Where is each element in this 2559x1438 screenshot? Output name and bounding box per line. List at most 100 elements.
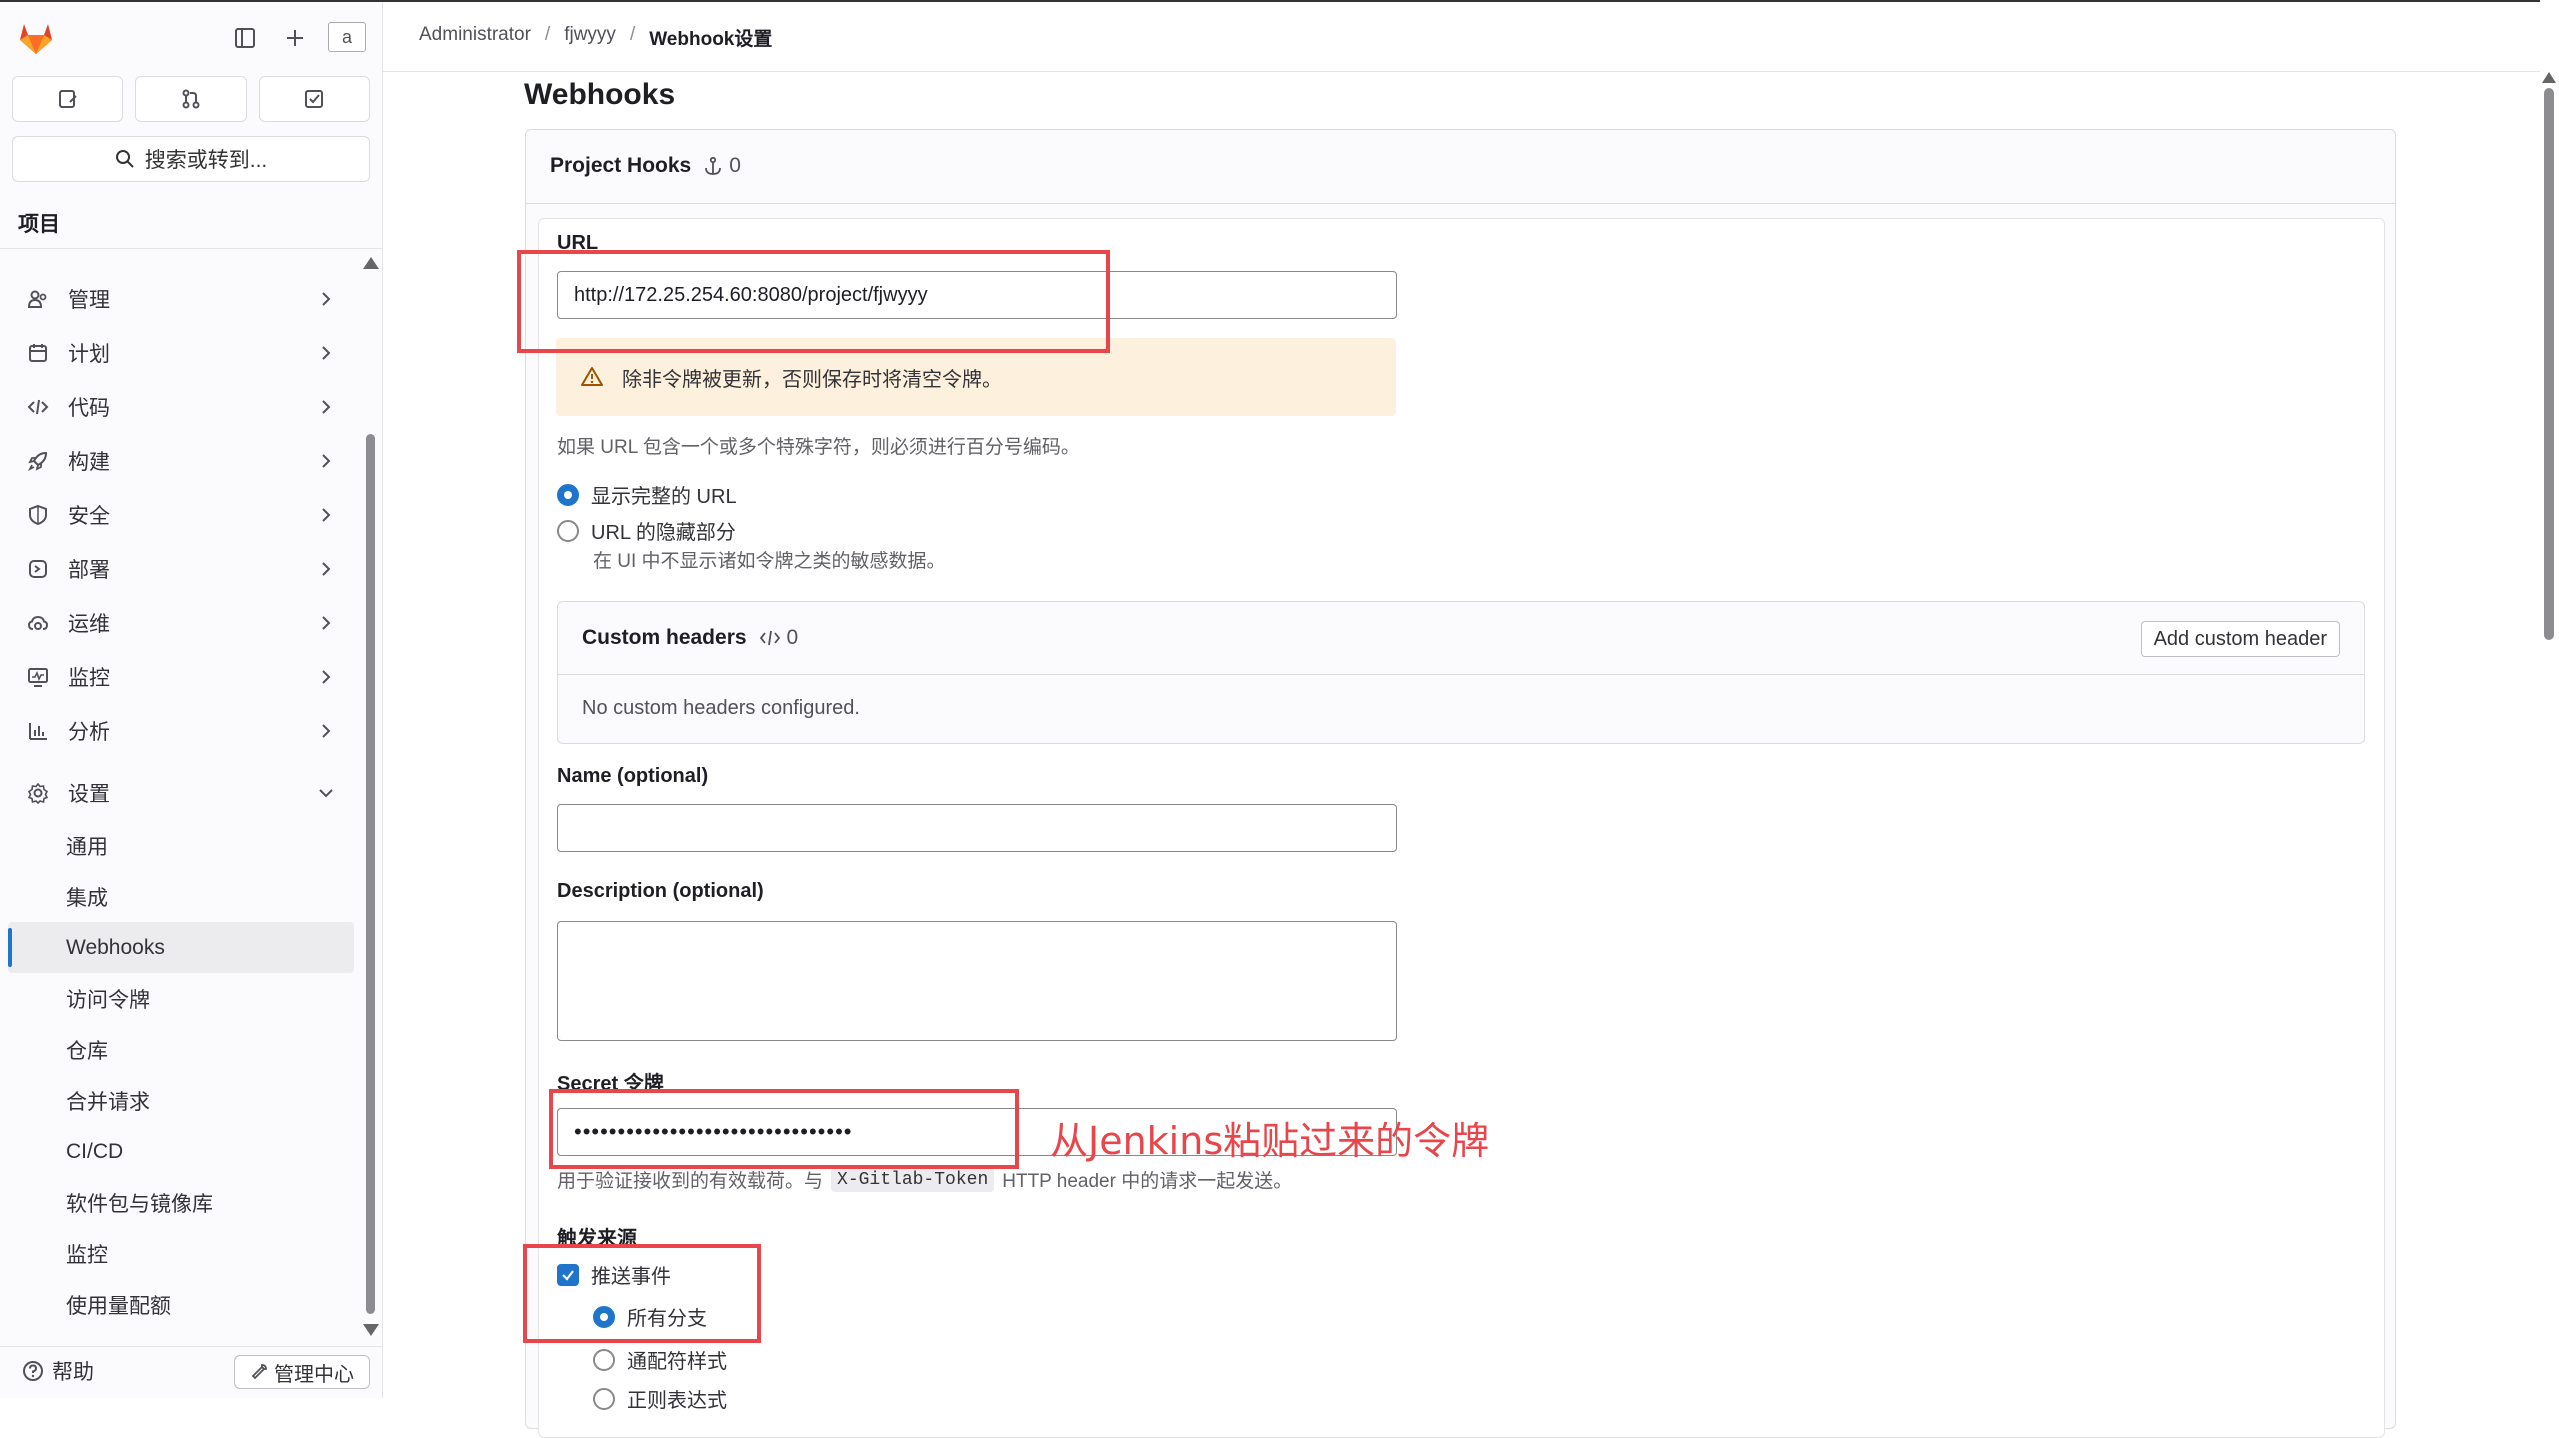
warning-icon	[581, 367, 603, 386]
sidebar-sub-access-tokens[interactable]: 访问令牌	[0, 973, 360, 1024]
help-label: 帮助	[52, 1361, 94, 1384]
todo-icon	[305, 90, 324, 108]
sidebar-item-label: 构建	[68, 451, 110, 474]
sidebar-item-operate[interactable]: 运维	[0, 596, 360, 650]
chevron-right-icon	[316, 397, 336, 417]
code-icon	[759, 630, 780, 646]
breadcrumb: Administrator / fjwyyy / Webhook设置	[419, 24, 772, 51]
sidebar-item-code[interactable]: 代码	[0, 380, 360, 434]
chevron-right-icon	[316, 613, 336, 633]
issues-button[interactable]	[12, 76, 124, 122]
breadcrumb-item-current[interactable]: Webhook设置	[649, 24, 772, 51]
breadcrumb-separator: /	[629, 24, 636, 45]
regex-label: 正则表达式	[627, 1390, 727, 1412]
search-button[interactable]: 搜索或转到...	[12, 136, 370, 182]
radio-regex[interactable]: 正则表达式	[593, 1384, 727, 1413]
users-icon	[24, 285, 52, 313]
project-hooks-header: Project Hooks 0	[526, 130, 2395, 204]
sidebar-item-build[interactable]: 构建	[0, 434, 360, 488]
radio-button[interactable]	[593, 1348, 615, 1371]
radio-mask-url[interactable]: URL 的隐藏部分	[557, 516, 736, 545]
sidebar-item-monitor[interactable]: 监控	[0, 650, 360, 704]
sidebar-sub-merge-requests[interactable]: 合并请求	[0, 1075, 360, 1126]
custom-headers-title-text: Custom headers	[582, 626, 747, 649]
wildcard-label: 通配符样式	[627, 1351, 727, 1373]
code-icon	[24, 393, 52, 421]
description-textarea[interactable]	[557, 921, 1397, 1041]
sidebar-item-plan[interactable]: 计划	[0, 326, 360, 380]
sidebar-item-analyze[interactable]: 分析	[0, 704, 360, 758]
breadcrumb-item-admin[interactable]: Administrator	[419, 24, 531, 51]
gitlab-logo-icon[interactable]	[16, 18, 56, 58]
chart-icon	[24, 717, 52, 745]
radio-mask-url-label: URL 的隐藏部分	[591, 522, 736, 544]
custom-headers-count: 0	[759, 626, 798, 650]
secret-token-help: 用于验证接收到的有效载荷。与 X-Gitlab-Token HTTP heade…	[557, 1166, 1292, 1193]
description-label: Description (optional)	[557, 880, 764, 902]
project-hooks-title-text: Project Hooks	[550, 154, 692, 177]
chevron-right-icon	[316, 667, 336, 687]
page-title: Webhooks	[524, 78, 676, 111]
name-input[interactable]	[557, 804, 1397, 852]
chevron-right-icon	[316, 289, 336, 309]
sidebar-item-settings[interactable]: 设置	[0, 766, 360, 820]
radio-wildcard[interactable]: 通配符样式	[593, 1345, 727, 1374]
sidebar-sub-webhooks[interactable]: Webhooks	[8, 922, 354, 973]
monitor-icon	[24, 663, 52, 691]
sidebar-sub-repository[interactable]: 仓库	[0, 1024, 360, 1075]
sidebar-scrollbar[interactable]	[366, 434, 375, 1314]
sidebar-item-deploy[interactable]: 部署	[0, 542, 360, 596]
radio-button[interactable]	[593, 1387, 615, 1410]
sidebar-sub-general[interactable]: 通用	[0, 820, 360, 871]
anchor-icon	[705, 156, 722, 175]
deploy-icon	[24, 555, 52, 583]
sidebar-scroll-down-arrow[interactable]	[363, 1324, 379, 1336]
annotation-box-url	[517, 250, 1110, 353]
hook-count: 0	[703, 154, 741, 178]
no-custom-headers-text: No custom headers configured.	[582, 697, 860, 719]
annotation-box-secret	[549, 1089, 1019, 1169]
sidebar-menu: 管理 计划 代码 构建 安全 部署 运维 监控 分析 设置 通用 集成 Webh…	[0, 272, 360, 1330]
search-label: 搜索或转到...	[144, 149, 268, 172]
project-hooks-title: Project Hooks 0	[550, 154, 741, 178]
sidebar-scroll-up-arrow[interactable]	[363, 257, 379, 269]
chevron-right-icon	[316, 505, 336, 525]
sidebar-sub-integrations[interactable]: 集成	[0, 871, 360, 922]
radio-show-full-url[interactable]: 显示完整的 URL	[557, 480, 737, 509]
chevron-down-icon	[316, 783, 336, 803]
mask-help-text: 在 UI 中不显示诸如令牌之类的敏感数据。	[593, 551, 946, 572]
sidebar-section-title: 项目	[18, 213, 60, 236]
merge-requests-button[interactable]	[135, 76, 247, 122]
radio-button-selected[interactable]	[557, 483, 579, 506]
sidebar-item-manage[interactable]: 管理	[0, 272, 360, 326]
sidebar-sub-packages[interactable]: 软件包与镜像库	[0, 1177, 360, 1228]
custom-headers-box: Custom headers 0 Add custom header No cu…	[557, 601, 2365, 744]
admin-area-button[interactable]: 管理中心	[234, 1355, 370, 1389]
custom-headers-title: Custom headers 0	[582, 626, 798, 650]
sidebar-sub-monitor[interactable]: 监控	[0, 1228, 360, 1279]
secret-help-prefix: 用于验证接收到的有效载荷。与	[557, 1171, 824, 1192]
cloud-icon	[24, 609, 52, 637]
page-scrollbar[interactable]	[2544, 88, 2554, 640]
gear-icon	[24, 779, 52, 807]
admin-area-label: 管理中心	[274, 1363, 354, 1386]
sidebar-sub-cicd[interactable]: CI/CD	[0, 1126, 360, 1177]
wrench-icon	[251, 1364, 267, 1380]
sidebar-item-label: 监控	[68, 667, 110, 690]
add-custom-header-button[interactable]: Add custom header	[2140, 621, 2340, 657]
sidebar-quick-buttons	[12, 76, 370, 122]
create-new-icon[interactable]	[279, 22, 311, 54]
help-button[interactable]: 帮助	[22, 1356, 94, 1386]
radio-button[interactable]	[557, 519, 579, 542]
breadcrumb-separator: /	[544, 24, 551, 45]
sidebar-sub-usage-quotas[interactable]: 使用量配额	[0, 1279, 360, 1330]
annotation-box-trigger	[523, 1244, 761, 1343]
user-avatar[interactable]: a	[328, 22, 366, 52]
breadcrumb-item-project[interactable]: fjwyyy	[564, 24, 616, 51]
todos-button[interactable]	[258, 76, 370, 122]
sidebar-item-security[interactable]: 安全	[0, 488, 360, 542]
issues-icon	[58, 90, 77, 108]
toggle-sidebar-icon[interactable]	[229, 22, 261, 54]
sidebar-item-label: 计划	[68, 343, 110, 366]
page-scroll-up-arrow[interactable]	[2542, 72, 2556, 83]
